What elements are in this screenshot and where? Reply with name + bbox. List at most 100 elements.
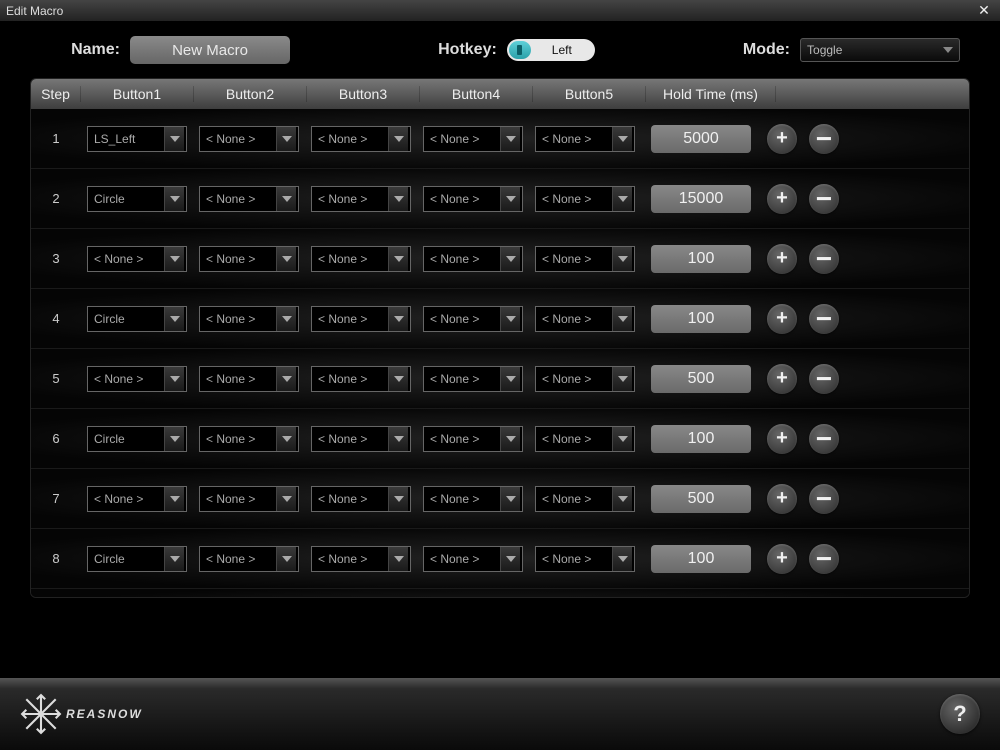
button1-select[interactable]: Circle bbox=[87, 546, 187, 572]
step-number: 6 bbox=[31, 431, 81, 446]
step-number: 8 bbox=[31, 551, 81, 566]
button5-select[interactable]: < None > bbox=[535, 426, 635, 452]
chevron-down-icon bbox=[276, 187, 296, 211]
button3-select[interactable]: < None > bbox=[311, 246, 411, 272]
remove-step-button[interactable]: − bbox=[809, 544, 839, 574]
button2-select[interactable]: < None > bbox=[199, 366, 299, 392]
step-number: 4 bbox=[31, 311, 81, 326]
button1-select[interactable]: Circle bbox=[87, 426, 187, 452]
button4-select[interactable]: < None > bbox=[423, 246, 523, 272]
chevron-down-icon bbox=[500, 187, 520, 211]
select-value: < None > bbox=[206, 432, 276, 446]
hold-time-input[interactable]: 500 bbox=[651, 365, 751, 393]
col-button4: Button4 bbox=[420, 86, 533, 102]
button1-select[interactable]: Circle bbox=[87, 186, 187, 212]
grid-body[interactable]: 1 LS_Left < None > < None > < None > < None >… bbox=[31, 109, 969, 597]
add-step-button[interactable]: + bbox=[767, 304, 797, 334]
button2-select[interactable]: < None > bbox=[199, 186, 299, 212]
add-step-button[interactable]: + bbox=[767, 124, 797, 154]
select-value: < None > bbox=[542, 132, 612, 146]
button2-select[interactable]: < None > bbox=[199, 486, 299, 512]
hold-time-input[interactable]: 100 bbox=[651, 545, 751, 573]
button4-select[interactable]: < None > bbox=[423, 366, 523, 392]
select-value: < None > bbox=[94, 492, 164, 506]
chevron-down-icon bbox=[612, 247, 632, 271]
button4-select[interactable]: < None > bbox=[423, 186, 523, 212]
mode-select[interactable]: Toggle bbox=[800, 38, 960, 62]
button2-select[interactable]: < None > bbox=[199, 126, 299, 152]
add-step-button[interactable]: + bbox=[767, 364, 797, 394]
button3-select[interactable]: < None > bbox=[311, 426, 411, 452]
add-step-button[interactable]: + bbox=[767, 184, 797, 214]
titlebar: Edit Macro ✕ bbox=[0, 0, 1000, 22]
button2-select[interactable]: < None > bbox=[199, 246, 299, 272]
remove-step-button[interactable]: − bbox=[809, 244, 839, 274]
remove-step-button[interactable]: − bbox=[809, 364, 839, 394]
button3-select[interactable]: < None > bbox=[311, 186, 411, 212]
hold-time-input[interactable]: 100 bbox=[651, 305, 751, 333]
hotkey-toggle[interactable]: Left bbox=[507, 39, 595, 61]
button5-select[interactable]: < None > bbox=[535, 126, 635, 152]
select-value: < None > bbox=[206, 312, 276, 326]
hold-time-input[interactable]: 500 bbox=[651, 485, 751, 513]
select-value: < None > bbox=[542, 192, 612, 206]
button3-select[interactable]: < None > bbox=[311, 366, 411, 392]
select-value: < None > bbox=[542, 492, 612, 506]
button5-select[interactable]: < None > bbox=[535, 306, 635, 332]
button2-select[interactable]: < None > bbox=[199, 426, 299, 452]
button2-select[interactable]: < None > bbox=[199, 546, 299, 572]
button3-select[interactable]: < None > bbox=[311, 126, 411, 152]
button3-select[interactable]: < None > bbox=[311, 486, 411, 512]
hold-time-input[interactable]: 15000 bbox=[651, 185, 751, 213]
remove-step-button[interactable]: − bbox=[809, 424, 839, 454]
col-button1: Button1 bbox=[81, 86, 194, 102]
macro-name-input[interactable]: New Macro bbox=[130, 36, 290, 64]
remove-step-button[interactable]: − bbox=[809, 184, 839, 214]
brand-text: REASNOW bbox=[66, 707, 143, 721]
hold-time-input[interactable]: 100 bbox=[651, 425, 751, 453]
button3-select[interactable]: < None > bbox=[311, 306, 411, 332]
chevron-down-icon bbox=[276, 487, 296, 511]
button3-select[interactable]: < None > bbox=[311, 546, 411, 572]
remove-step-button[interactable]: − bbox=[809, 484, 839, 514]
select-value: Circle bbox=[94, 312, 164, 326]
chevron-down-icon bbox=[612, 187, 632, 211]
select-value: < None > bbox=[430, 372, 500, 386]
button5-select[interactable]: < None > bbox=[535, 366, 635, 392]
chevron-down-icon bbox=[164, 247, 184, 271]
remove-step-button[interactable]: − bbox=[809, 304, 839, 334]
button1-select[interactable]: < None > bbox=[87, 486, 187, 512]
hold-time-input[interactable]: 100 bbox=[651, 245, 751, 273]
step-number: 1 bbox=[31, 131, 81, 146]
button4-select[interactable]: < None > bbox=[423, 126, 523, 152]
button1-select[interactable]: Circle bbox=[87, 306, 187, 332]
button5-select[interactable]: < None > bbox=[535, 546, 635, 572]
chevron-down-icon bbox=[612, 127, 632, 151]
chevron-down-icon bbox=[276, 427, 296, 451]
chevron-down-icon bbox=[388, 247, 408, 271]
close-button[interactable]: ✕ bbox=[974, 2, 994, 20]
button2-select[interactable]: < None > bbox=[199, 306, 299, 332]
select-value: < None > bbox=[206, 372, 276, 386]
button1-select[interactable]: < None > bbox=[87, 366, 187, 392]
button1-select[interactable]: LS_Left bbox=[87, 126, 187, 152]
step-number: 2 bbox=[31, 191, 81, 206]
add-step-button[interactable]: + bbox=[767, 544, 797, 574]
add-step-button[interactable]: + bbox=[767, 424, 797, 454]
hold-time-input[interactable]: 5000 bbox=[651, 125, 751, 153]
button4-select[interactable]: < None > bbox=[423, 546, 523, 572]
button5-select[interactable]: < None > bbox=[535, 186, 635, 212]
add-step-button[interactable]: + bbox=[767, 244, 797, 274]
button5-select[interactable]: < None > bbox=[535, 246, 635, 272]
select-value: < None > bbox=[430, 192, 500, 206]
button1-select[interactable]: < None > bbox=[87, 246, 187, 272]
button4-select[interactable]: < None > bbox=[423, 306, 523, 332]
button4-select[interactable]: < None > bbox=[423, 486, 523, 512]
help-button[interactable]: ? bbox=[940, 694, 980, 734]
remove-step-button[interactable]: − bbox=[809, 124, 839, 154]
add-step-button[interactable]: + bbox=[767, 484, 797, 514]
chevron-down-icon bbox=[164, 367, 184, 391]
button5-select[interactable]: < None > bbox=[535, 486, 635, 512]
col-button2: Button2 bbox=[194, 86, 307, 102]
button4-select[interactable]: < None > bbox=[423, 426, 523, 452]
